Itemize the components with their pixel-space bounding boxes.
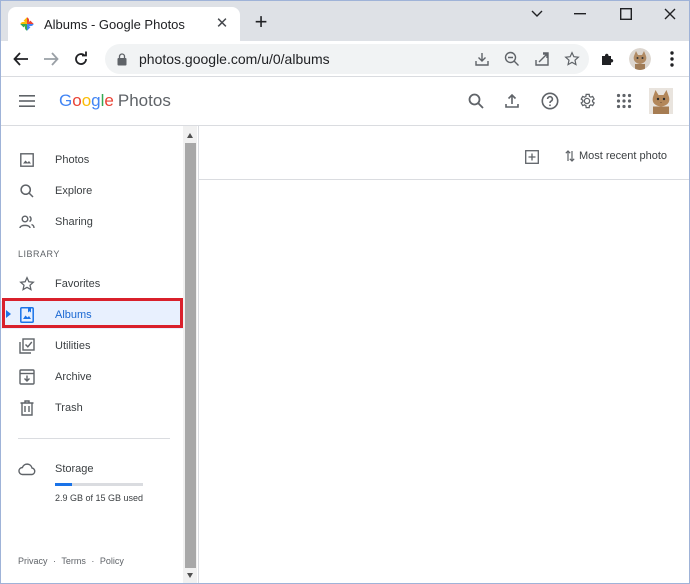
- sidebar: Photos Explore Sharing LIBRARY Favorites: [1, 126, 199, 583]
- sidebar-item-label: Utilities: [55, 340, 91, 352]
- scroll-thumb[interactable]: [185, 143, 196, 568]
- new-album-button[interactable]: [524, 149, 540, 165]
- sidebar-item-sharing[interactable]: Sharing: [1, 208, 197, 236]
- albums-main-area: Most recent photo: [199, 126, 689, 583]
- footer-separator: ·: [91, 556, 95, 566]
- zoom-out-icon[interactable]: [499, 46, 525, 72]
- sidebar-item-label: Favorites: [55, 278, 101, 290]
- albums-toolbar: Most recent photo: [199, 126, 689, 180]
- storage-progress-bar: [55, 483, 143, 486]
- extensions-puzzle-icon[interactable]: [596, 47, 620, 71]
- tab-title: Albums - Google Photos: [44, 16, 185, 32]
- lock-icon[interactable]: [117, 52, 131, 66]
- scroll-down-arrow-icon[interactable]: [187, 573, 193, 578]
- settings-gear-icon[interactable]: [575, 89, 599, 113]
- sidebar-item-storage[interactable]: Storage: [1, 455, 197, 483]
- albums-highlight-annotation: [2, 298, 183, 328]
- main-menu-icon[interactable]: [15, 89, 39, 113]
- sidebar-item-label: Photos: [55, 154, 90, 166]
- browser-toolbar: photos.google.com/u/0/albums: [1, 41, 689, 77]
- google-photos-logo[interactable]: Google Photos: [59, 91, 171, 111]
- tab-close-icon[interactable]: ✕: [214, 16, 230, 32]
- google-photos-favicon-icon: [18, 15, 36, 33]
- people-icon: [18, 213, 36, 231]
- app-header: Google Photos: [1, 77, 689, 126]
- archive-icon: [18, 368, 36, 386]
- reload-button[interactable]: [69, 47, 93, 71]
- sidebar-item-label: Trash: [55, 402, 83, 414]
- tab-strip: Albums - Google Photos ✕ +: [1, 1, 689, 41]
- browser-tab[interactable]: Albums - Google Photos ✕: [8, 7, 240, 41]
- account-avatar[interactable]: [649, 88, 673, 114]
- share-icon[interactable]: [529, 46, 555, 72]
- sidebar-item-archive[interactable]: Archive: [1, 363, 197, 391]
- sort-label: Most recent photo: [579, 150, 668, 162]
- storage-label: Storage: [55, 463, 94, 475]
- help-icon[interactable]: [538, 89, 562, 113]
- scroll-up-arrow-icon[interactable]: [187, 133, 193, 138]
- sidebar-item-label: Explore: [55, 185, 93, 197]
- google-apps-grid-icon[interactable]: [612, 89, 636, 113]
- policy-link[interactable]: Policy: [100, 556, 124, 566]
- maximize-button[interactable]: [612, 3, 640, 25]
- sort-button[interactable]: Most recent photo: [565, 150, 667, 162]
- sidebar-item-photos[interactable]: Photos: [1, 146, 197, 174]
- close-window-button[interactable]: [656, 3, 684, 25]
- active-indicator-arrow-icon: [6, 310, 11, 318]
- storage-usage-text: 2.9 GB of 15 GB used: [55, 493, 144, 503]
- browser-window: Albums - Google Photos ✕ + photos.google…: [0, 0, 690, 584]
- product-name: Photos: [117, 91, 171, 110]
- new-tab-button[interactable]: +: [251, 11, 271, 33]
- url-text[interactable]: photos.google.com/u/0/albums: [139, 51, 469, 67]
- sidebar-scrollbar[interactable]: [183, 126, 197, 583]
- minimize-button[interactable]: [566, 3, 594, 25]
- install-app-icon[interactable]: [469, 46, 495, 72]
- utilities-icon: [18, 337, 36, 355]
- forward-button[interactable]: [39, 47, 63, 71]
- storage-progress-fill: [55, 483, 72, 486]
- browser-menu-icon[interactable]: [660, 47, 684, 71]
- privacy-link[interactable]: Privacy: [18, 556, 48, 566]
- search-icon: [18, 182, 36, 200]
- sidebar-item-label: Sharing: [55, 216, 93, 228]
- sidebar-item-favorites[interactable]: Favorites: [1, 270, 197, 298]
- search-icon[interactable]: [464, 89, 488, 113]
- sidebar-item-explore[interactable]: Explore: [1, 177, 197, 205]
- tab-search-chevron-icon[interactable]: [523, 3, 551, 25]
- back-button[interactable]: [9, 47, 33, 71]
- sidebar-item-label: Archive: [55, 371, 92, 383]
- photo-icon: [18, 151, 36, 169]
- profile-avatar[interactable]: [628, 47, 652, 71]
- upload-icon[interactable]: [500, 89, 524, 113]
- sidebar-divider: [18, 438, 170, 439]
- library-section-label: LIBRARY: [18, 249, 60, 259]
- bookmark-star-icon[interactable]: [559, 46, 585, 72]
- terms-link[interactable]: Terms: [61, 556, 86, 566]
- trash-icon: [18, 399, 36, 417]
- star-icon: [18, 275, 36, 293]
- sort-arrows-icon: [565, 150, 575, 162]
- sidebar-footer: Privacy · Terms · Policy: [18, 556, 127, 566]
- footer-separator: ·: [53, 556, 57, 566]
- address-bar[interactable]: photos.google.com/u/0/albums: [105, 44, 589, 74]
- sidebar-item-trash[interactable]: Trash: [1, 394, 197, 422]
- cloud-icon: [18, 460, 36, 478]
- sidebar-item-utilities[interactable]: Utilities: [1, 332, 197, 360]
